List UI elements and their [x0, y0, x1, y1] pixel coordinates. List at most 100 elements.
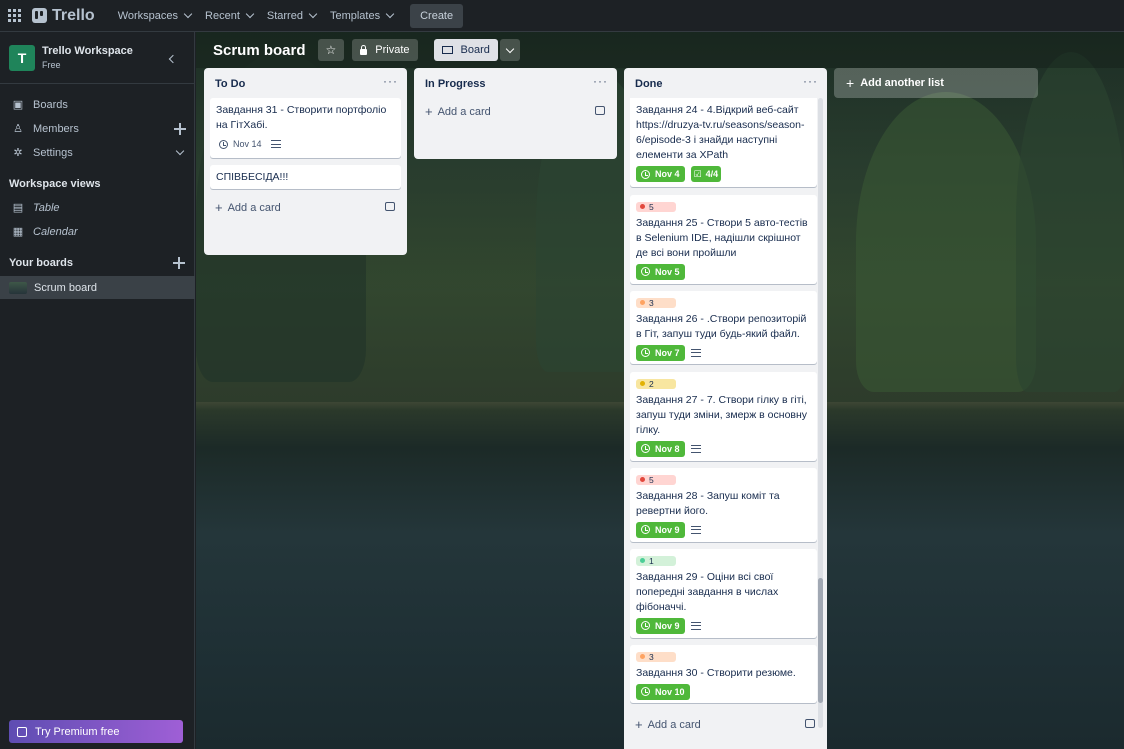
add-card-button[interactable]: + Add a card	[215, 200, 281, 215]
card[interactable]: 2 Завдання 27 - 7. Створи гілку в гіті, …	[630, 372, 817, 461]
sidebar-item-label: Calendar	[33, 226, 78, 238]
label-dot	[640, 558, 645, 563]
add-board-icon[interactable]	[173, 257, 185, 269]
card[interactable]: 5 Завдання 28 - Запуш коміт та ревертни …	[630, 468, 817, 542]
chevron-down-icon[interactable]	[174, 147, 186, 159]
due-date: Nov 4	[655, 169, 680, 179]
logo-text: Trello	[52, 6, 95, 24]
starred-menu[interactable]: Starred	[260, 0, 323, 32]
workspace-avatar[interactable]: T	[9, 44, 35, 71]
card[interactable]: Завдання 24 - 4.Відкрий веб-сайт https:/…	[630, 98, 817, 187]
workspaces-menu[interactable]: Workspaces	[111, 0, 198, 32]
list-todo: To Do ··· Завдання 31 - Створити портфол…	[204, 68, 407, 255]
add-card-button[interactable]: + Add a card	[635, 717, 701, 732]
card-title: Завдання 28 - Запуш коміт та ревертни йо…	[636, 489, 780, 517]
recent-menu[interactable]: Recent	[198, 0, 260, 32]
add-card-button[interactable]: + Add a card	[425, 104, 491, 119]
card-label: 3	[636, 297, 676, 308]
card[interactable]: Завдання 31 - Створити портфоліо на ГітХ…	[210, 98, 401, 158]
due-date: Nov 9	[655, 524, 680, 535]
label-text: 5	[649, 474, 654, 485]
due-date: Nov 7	[655, 347, 680, 358]
due-date-badge: Nov 7	[636, 344, 685, 361]
board-canvas: Scrum board ☆ Private Board To Do ··· За…	[196, 32, 1124, 749]
chevron-down-icon	[308, 9, 318, 19]
try-premium-button[interactable]: Try Premium free	[9, 720, 183, 743]
board-header: Scrum board ☆ Private Board	[196, 32, 1124, 68]
clock-icon	[641, 169, 650, 179]
add-member-icon[interactable]	[174, 123, 186, 135]
clock-icon	[641, 348, 650, 357]
workspace-plan: Free	[42, 60, 61, 70]
description-icon	[690, 621, 701, 630]
clock-icon	[219, 139, 228, 149]
due-date-badge: Nov 5	[636, 263, 685, 280]
card[interactable]: 3 Завдання 30 - Створити резюме. Nov 10	[630, 645, 817, 703]
sidebar-item-settings[interactable]: ✲ Settings	[0, 141, 195, 165]
list-menu-icon[interactable]: ···	[593, 74, 608, 88]
due-date-badge: Nov 4	[636, 166, 685, 182]
card-title: Завдання 25 - Створи 5 авто-тестів в Sel…	[636, 216, 808, 259]
list-title[interactable]: To Do	[215, 78, 245, 90]
card-label: 3	[636, 651, 676, 662]
create-button[interactable]: Create	[410, 3, 464, 28]
card-title: Завдання 24 - 4.Відкрий веб-сайт https:/…	[636, 104, 805, 161]
card[interactable]: 5 Завдання 25 - Створи 5 авто-тестів в S…	[630, 195, 817, 284]
label-text: 1	[649, 555, 654, 566]
visibility-label: Private	[375, 44, 410, 56]
list-title[interactable]: Done	[635, 78, 663, 90]
card[interactable]: 1 Завдання 29 - Оціни всі свої попередні…	[630, 549, 817, 638]
add-card-label: Add a card	[647, 718, 701, 731]
premium-label: Try Premium free	[35, 725, 120, 738]
description-icon	[690, 444, 701, 453]
card-template-icon[interactable]	[805, 719, 815, 728]
trello-logo[interactable]: Trello	[32, 7, 95, 25]
trello-logo-icon	[32, 8, 47, 23]
sidebar-item-boards[interactable]: ▣ Boards	[0, 93, 195, 117]
due-date: Nov 10	[655, 686, 685, 697]
templates-menu[interactable]: Templates	[323, 0, 400, 32]
due-date-badge: Nov 8	[636, 440, 685, 457]
person-icon: ♙	[13, 123, 23, 135]
description-icon	[690, 348, 701, 357]
board-view-button[interactable]: Board	[433, 39, 498, 61]
list-menu-icon[interactable]: ···	[803, 74, 818, 88]
clock-icon	[641, 525, 650, 534]
label-text: 5	[649, 201, 654, 212]
list-menu-icon[interactable]: ···	[383, 74, 398, 88]
scrollbar-thumb[interactable]	[818, 578, 823, 703]
due-date-badge: Nov 10	[636, 683, 690, 700]
list-in-progress: In Progress ··· + Add a card	[414, 68, 617, 159]
add-another-list-button[interactable]: + Add another list	[834, 68, 1038, 98]
board-title[interactable]: Scrum board	[213, 42, 306, 59]
card-title: СПІВБЕСІДА!!!	[216, 171, 289, 183]
list-title[interactable]: In Progress	[425, 78, 486, 90]
sidebar-item-label: Table	[33, 202, 60, 214]
card-template-icon[interactable]	[595, 106, 605, 115]
card[interactable]: СПІВБЕСІДА!!!	[210, 165, 401, 189]
clock-icon	[641, 687, 650, 696]
workspace-name: Trello Workspace	[42, 45, 133, 57]
clock-icon	[641, 621, 650, 630]
add-card-label: Add a card	[437, 105, 491, 118]
list-scrollbar[interactable]	[818, 98, 823, 728]
chevron-down-icon	[505, 44, 515, 53]
chevron-down-icon	[385, 9, 395, 19]
workspaces-label: Workspaces	[117, 9, 179, 22]
card-template-icon[interactable]	[385, 202, 395, 211]
chevron-down-icon	[183, 9, 193, 19]
view-switcher-button[interactable]	[499, 39, 520, 61]
visibility-button[interactable]: Private	[352, 39, 418, 61]
card[interactable]: 3 Завдання 26 - .Створи репозиторій в Гі…	[630, 291, 817, 364]
checklist-count: 4/4	[705, 169, 719, 179]
collapse-sidebar-icon[interactable]	[166, 53, 178, 65]
add-list-label: Add another list	[860, 77, 944, 89]
sidebar-board-scrum[interactable]: Scrum board	[0, 276, 195, 299]
label-dot	[640, 381, 645, 386]
star-board-button[interactable]: ☆	[317, 39, 345, 61]
sidebar-item-table[interactable]: ▤ Table	[0, 196, 195, 220]
top-navigation-bar: Trello Workspaces Recent Starred Templat…	[0, 0, 1124, 32]
apps-switcher-icon[interactable]	[8, 8, 22, 23]
sidebar-item-calendar[interactable]: ▦ Calendar	[0, 220, 195, 244]
sidebar-item-members[interactable]: ♙ Members	[0, 117, 195, 141]
